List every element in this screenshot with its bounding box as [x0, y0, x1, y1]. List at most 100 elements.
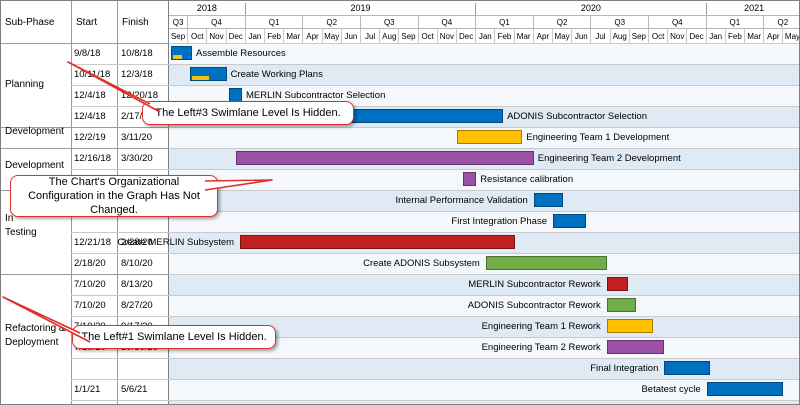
task-label[interactable]: Engineering Team 2 Development: [538, 153, 681, 164]
task-finish[interactable]: 8/10/20: [121, 258, 153, 269]
task-bar[interactable]: [606, 319, 653, 333]
year-header: 2018: [169, 3, 246, 15]
month-header: May: [553, 28, 573, 43]
task-start[interactable]: 1/1/21: [74, 384, 100, 395]
year-header: 2019: [246, 3, 477, 15]
task-label[interactable]: MERLIN Subcontractor Selection: [246, 90, 385, 101]
month-header: May: [322, 28, 342, 43]
task-finish[interactable]: 12/20/18: [121, 90, 158, 101]
task-finish[interactable]: 10/8/18: [121, 48, 153, 59]
quarter-header: Q1: [476, 15, 534, 28]
task-label[interactable]: Create Working Plans: [231, 69, 323, 80]
month-header: Sep: [629, 28, 649, 43]
month-header: Jun: [341, 28, 361, 43]
header-subphase[interactable]: Sub-Phase: [5, 17, 54, 28]
task-bar[interactable]: [606, 277, 628, 291]
task-bar[interactable]: [553, 214, 586, 228]
month-header: Sep: [399, 28, 419, 43]
month-header: Feb: [495, 28, 515, 43]
task-row[interactable]: 7/10/20 8/27/20: [71, 295, 799, 316]
quarter-header: Q2: [764, 15, 799, 28]
task-label[interactable]: MERLIN Subcontractor Rework: [468, 279, 601, 290]
task-label[interactable]: Create MERLIN Subsystem: [117, 237, 234, 248]
header-start[interactable]: Start: [76, 17, 97, 28]
month-header: Mar: [284, 28, 304, 43]
task-label[interactable]: ADONIS Subcontractor Selection: [507, 111, 647, 122]
task-finish[interactable]: 3/30/20: [121, 153, 153, 164]
task-bar[interactable]: [664, 361, 711, 375]
task-start[interactable]: 7/10/20: [74, 300, 106, 311]
task-start[interactable]: 10/11/18: [74, 69, 110, 80]
quarter-header: Q1: [245, 15, 304, 28]
callout-left1-hidden: The Left#1 Swimlane Level Is Hidden.: [72, 325, 276, 349]
month-header: Jan: [245, 28, 265, 43]
task-bar[interactable]: [236, 151, 534, 165]
header-finish[interactable]: Finish: [122, 17, 149, 28]
task-label[interactable]: Engineering Team 2 Rework: [482, 342, 601, 353]
quarter-header: Q3: [361, 15, 419, 28]
month-header: Apr: [303, 28, 323, 43]
task-start[interactable]: 12/4/18: [74, 90, 106, 101]
quarter-header: Q4: [418, 15, 477, 28]
quarter-header: Q3: [169, 15, 189, 28]
task-row[interactable]: 10/11/18 12/3/18: [71, 64, 799, 85]
timeline-row-background: [169, 380, 799, 400]
task-finish[interactable]: 8/27/20: [121, 300, 153, 311]
task-bar[interactable]: [462, 172, 477, 186]
month-header: Oct: [418, 28, 438, 43]
timeline-row-background: [169, 401, 799, 404]
month-header: Oct: [649, 28, 669, 43]
month-header: Oct: [188, 28, 208, 43]
task-label[interactable]: Engineering Team 1 Development: [526, 132, 669, 143]
task-finish[interactable]: 8/13/20: [121, 279, 153, 290]
task-start[interactable]: 12/21/18: [74, 237, 111, 248]
callout-org-config: The Chart's Organizational Configuration…: [10, 175, 218, 217]
task-row[interactable]: 5/6/215/6/21: [71, 400, 799, 404]
task-bar[interactable]: [228, 88, 242, 102]
quarter-header: Q4: [649, 15, 707, 28]
task-bar[interactable]: [533, 193, 563, 207]
task-label[interactable]: Assemble Resources: [196, 48, 286, 59]
task-label[interactable]: First Integration Phase: [451, 216, 547, 227]
task-bar[interactable]: [606, 298, 636, 312]
task-bar[interactable]: [606, 340, 665, 354]
task-finish[interactable]: 5/6/21: [121, 384, 147, 395]
callout-left3-hidden: The Left#3 Swimlane Level Is Hidden.: [142, 101, 354, 125]
task-start[interactable]: 7/10/20: [74, 279, 106, 290]
task-label[interactable]: Betatest cycle: [641, 384, 700, 395]
task-start[interactable]: 9/8/18: [74, 48, 100, 59]
task-bar[interactable]: [706, 382, 784, 396]
task-finish[interactable]: 3/11/20: [121, 132, 152, 143]
task-bar[interactable]: [240, 235, 515, 249]
month-header: Dec: [687, 28, 707, 43]
timeline-row-background: [169, 254, 799, 274]
phase-label: Development: [5, 160, 64, 171]
month-header: Jul: [361, 28, 381, 43]
phase-divider: [1, 148, 169, 149]
phase-divider: [1, 43, 169, 44]
phase-label-part: Deployment: [5, 337, 59, 348]
task-label[interactable]: Create ADONIS Subsystem: [363, 258, 480, 269]
year-header: 2021: [707, 3, 799, 15]
phase-label: Planning: [5, 79, 44, 90]
phase-label-part: Testing: [5, 227, 37, 238]
task-finish[interactable]: 12/3/18: [121, 69, 153, 80]
task-label[interactable]: ADONIS Subcontractor Rework: [468, 300, 601, 311]
task-start[interactable]: 12/16/18: [74, 153, 111, 164]
task-bar[interactable]: [457, 130, 523, 144]
month-header: Aug: [380, 28, 400, 43]
task-bar[interactable]: [485, 256, 607, 270]
task-start[interactable]: 12/4/18: [74, 111, 106, 122]
month-header: Nov: [207, 28, 227, 43]
task-row[interactable]: 7/10/20 8/13/20: [71, 274, 799, 295]
task-label[interactable]: Final Integration: [590, 363, 658, 374]
progress-indicator: [172, 55, 183, 59]
task-start[interactable]: 2/18/20: [74, 258, 106, 269]
task-label[interactable]: Internal Performance Validation: [395, 195, 527, 206]
task-label[interactable]: Resistance calibration: [480, 174, 573, 185]
task-label[interactable]: Engineering Team 1 Rework: [482, 321, 601, 332]
month-header: Aug: [610, 28, 630, 43]
task-row[interactable]: 12/2/19 3/11/20: [71, 127, 799, 148]
task-start[interactable]: 12/2/19: [74, 132, 106, 143]
month-header: Jul: [591, 28, 611, 43]
